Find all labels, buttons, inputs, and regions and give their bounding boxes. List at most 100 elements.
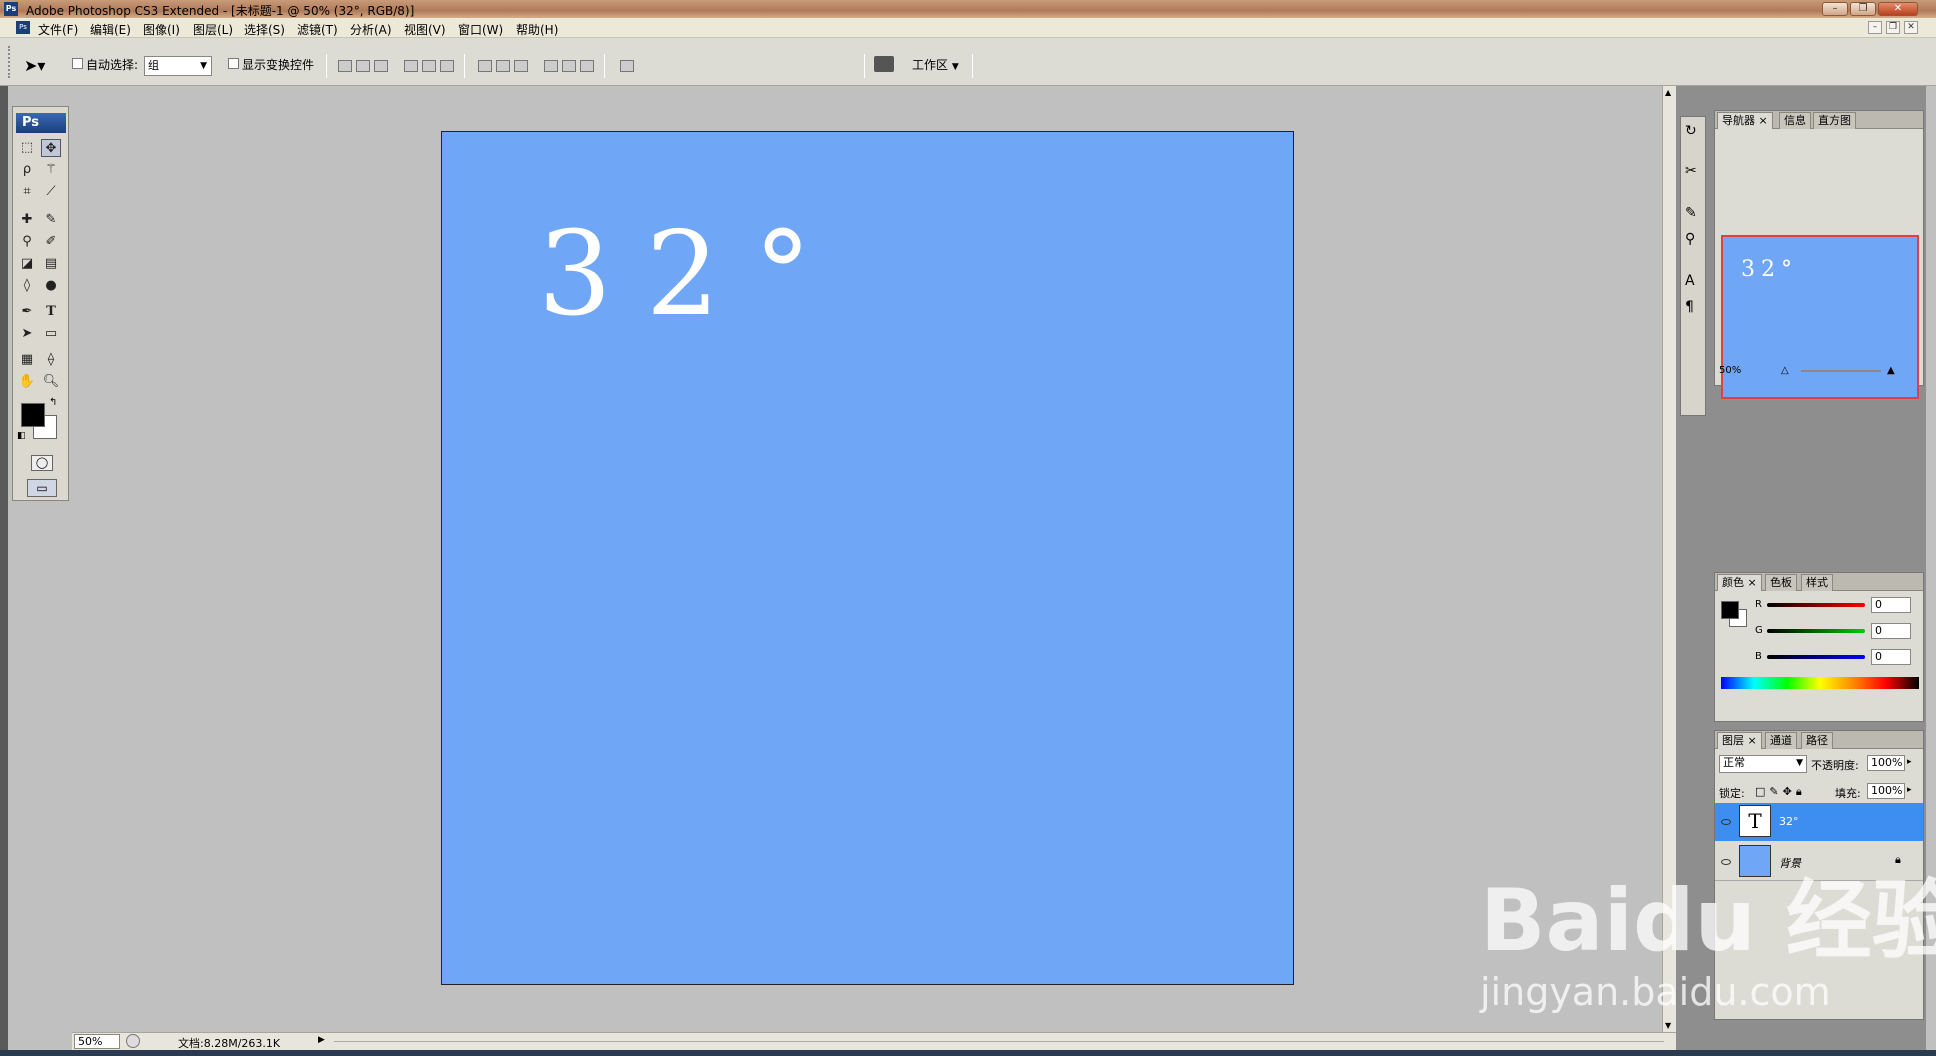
layer-name[interactable]: 背景 <box>1779 855 1801 871</box>
visibility-eye-icon[interactable] <box>1721 819 1731 825</box>
opacity-arrow-icon[interactable]: ▸ <box>1907 757 1912 767</box>
channel-b-field[interactable]: 0 <box>1871 649 1911 665</box>
gradient-tool-icon[interactable]: ▤ <box>41 255 61 273</box>
menu-select[interactable]: 选择(S) <box>244 21 285 38</box>
channel-b-slider[interactable] <box>1767 655 1865 659</box>
menu-view[interactable]: 视图(V) <box>404 21 446 38</box>
menu-help[interactable]: 帮助(H) <box>516 21 558 38</box>
type-tool-icon[interactable]: T <box>41 303 61 321</box>
pen-tool-icon[interactable]: ✒ <box>17 303 37 321</box>
paragraph-panel-icon[interactable]: ¶ <box>1685 299 1694 315</box>
crop-tool-icon[interactable]: ⌗ <box>17 183 37 201</box>
bridge-icon[interactable] <box>874 56 894 72</box>
blend-mode-dropdown[interactable]: 正常 ▼ <box>1719 755 1807 773</box>
shape-tool-icon[interactable]: ▭ <box>41 325 61 343</box>
magic-wand-tool-icon[interactable]: ⚚ <box>41 161 61 179</box>
show-transform-checkbox[interactable] <box>228 58 239 72</box>
fill-field[interactable]: 100% <box>1867 783 1905 799</box>
channel-r-field[interactable]: 0 <box>1871 597 1911 613</box>
clone-source-icon[interactable]: ⚲ <box>1685 231 1695 247</box>
status-menu-arrow-icon[interactable]: ▶ <box>318 1035 325 1045</box>
move-tool-icon[interactable]: ✥ <box>41 139 61 157</box>
document-canvas[interactable]: 32° <box>441 131 1294 985</box>
distribute-left-icon[interactable] <box>544 60 558 72</box>
zoom-tool-icon[interactable]: 🔍︎ <box>41 373 61 391</box>
align-right-icon[interactable] <box>440 60 454 72</box>
history-brush-tool-icon[interactable]: ✐ <box>41 233 61 251</box>
tool-presets-icon[interactable]: ✂ <box>1685 163 1697 179</box>
foreground-color-swatch[interactable] <box>21 403 45 427</box>
scroll-up-arrow-icon[interactable]: ▲ <box>1665 88 1671 97</box>
notes-tool-icon[interactable]: ▦ <box>17 351 37 369</box>
doc-close-button[interactable]: ✕ <box>1904 21 1918 34</box>
close-button[interactable]: ✕ <box>1878 2 1918 16</box>
tab-swatches[interactable]: 色板 <box>1765 574 1797 591</box>
vertical-scrollbar[interactable]: ▲ ▼ <box>1662 86 1676 1032</box>
lasso-tool-icon[interactable]: ρ <box>17 161 37 179</box>
distribute-top-icon[interactable] <box>478 60 492 72</box>
blur-tool-icon[interactable]: ◊ <box>17 277 37 295</box>
move-tool-preset-icon[interactable]: ➤▾ <box>24 56 45 75</box>
tab-paths[interactable]: 路径 <box>1801 732 1833 749</box>
align-top-icon[interactable] <box>338 60 352 72</box>
menu-window[interactable]: 窗口(W) <box>458 21 503 38</box>
slice-tool-icon[interactable]: ⟋ <box>41 183 61 201</box>
character-panel-icon[interactable]: A <box>1685 273 1695 289</box>
clone-stamp-tool-icon[interactable]: ⚲ <box>17 233 37 251</box>
document-icon[interactable]: Ps <box>16 21 30 34</box>
opacity-field[interactable]: 100% <box>1867 755 1905 771</box>
menu-file[interactable]: 文件(F) <box>38 21 78 38</box>
swap-colors-icon[interactable]: ↰ <box>49 397 57 408</box>
menu-filter[interactable]: 滤镜(T) <box>297 21 338 38</box>
brush-tool-icon[interactable]: ✎ <box>41 211 61 229</box>
distribute-bottom-icon[interactable] <box>514 60 528 72</box>
dodge-tool-icon[interactable]: ● <box>41 277 61 295</box>
hand-tool-icon[interactable]: ✋ <box>17 373 37 391</box>
tab-styles[interactable]: 样式 <box>1801 574 1833 591</box>
channel-g-slider[interactable] <box>1767 629 1865 633</box>
restore-button[interactable]: ❐ <box>1850 2 1876 16</box>
zoom-slider[interactable] <box>1801 370 1881 372</box>
align-bottom-icon[interactable] <box>374 60 388 72</box>
distribute-vcenter-icon[interactable] <box>496 60 510 72</box>
eyedropper-tool-icon[interactable]: ⟠ <box>41 351 61 369</box>
channel-g-field[interactable]: 0 <box>1871 623 1911 639</box>
brushes-panel-icon[interactable]: ✎ <box>1685 205 1697 221</box>
align-vcenter-icon[interactable] <box>356 60 370 72</box>
tab-info[interactable]: 信息 <box>1779 112 1811 129</box>
canvas-text-layer[interactable]: 32° <box>538 217 846 333</box>
lock-icons[interactable]: □✎✥🔒︎ <box>1755 785 1806 799</box>
menu-analysis[interactable]: 分析(A) <box>350 21 392 38</box>
fill-arrow-icon[interactable]: ▸ <box>1907 785 1912 795</box>
minimize-button[interactable]: – <box>1822 2 1848 16</box>
tab-color[interactable]: 颜色 × <box>1717 574 1762 591</box>
layer-name[interactable]: 32° <box>1779 815 1799 828</box>
align-hcenter-icon[interactable] <box>422 60 436 72</box>
zoom-out-icon[interactable]: △ <box>1781 365 1789 376</box>
horizontal-scrollbar[interactable] <box>334 1041 1664 1042</box>
auto-select-checkbox[interactable] <box>72 58 83 72</box>
auto-align-icon[interactable] <box>620 60 634 72</box>
status-info-icon[interactable] <box>126 1034 140 1048</box>
auto-select-dropdown[interactable]: 组 ▼ <box>144 56 212 76</box>
distribute-hcenter-icon[interactable] <box>562 60 576 72</box>
menu-edit[interactable]: 编辑(E) <box>90 21 131 38</box>
zoom-field[interactable]: 50% <box>74 1034 120 1049</box>
layer-row[interactable]: 背景 🔒︎ <box>1715 843 1923 881</box>
doc-restore-button[interactable]: ❐ <box>1886 21 1900 34</box>
align-left-icon[interactable] <box>404 60 418 72</box>
channel-r-slider[interactable] <box>1767 603 1865 607</box>
grip-handle[interactable] <box>8 46 12 78</box>
workspace-button[interactable]: 工作区 ▼ <box>912 56 959 73</box>
default-colors-icon[interactable]: ◧ <box>17 431 26 441</box>
tab-navigator[interactable]: 导航器 × <box>1717 112 1773 129</box>
tab-channels[interactable]: 通道 <box>1765 732 1797 749</box>
history-panel-icon[interactable]: ↻ <box>1685 123 1697 139</box>
screen-mode-icon[interactable]: ▭ <box>27 479 57 497</box>
healing-brush-tool-icon[interactable]: ✚ <box>17 211 37 229</box>
zoom-in-icon[interactable]: ▲ <box>1887 365 1895 376</box>
doc-minimize-button[interactable]: – <box>1868 21 1882 34</box>
scroll-down-arrow-icon[interactable]: ▼ <box>1665 1021 1671 1030</box>
tab-layers[interactable]: 图层 × <box>1717 732 1762 749</box>
marquee-tool-icon[interactable]: ⬚ <box>17 139 37 157</box>
